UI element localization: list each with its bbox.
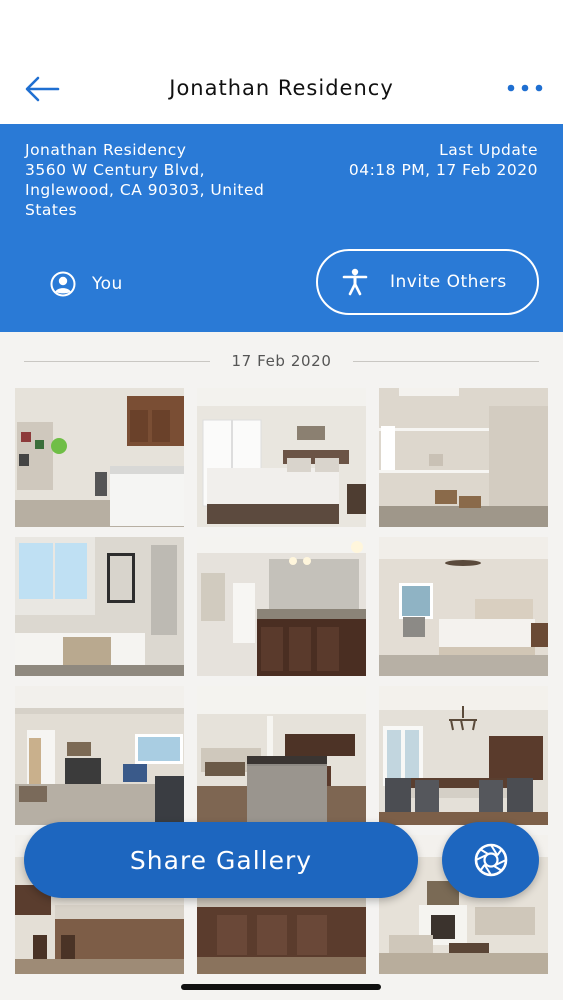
photo-laundry-room[interactable] (15, 388, 184, 527)
photo-kitchen-island[interactable] (197, 686, 366, 825)
person-accessibility-icon (342, 268, 368, 296)
top-bar: Jonathan Residency (0, 0, 563, 124)
photo-dining-room[interactable] (379, 686, 548, 825)
camera-shutter-icon (474, 843, 507, 877)
page-title: Jonathan Residency (169, 76, 394, 100)
date-divider: 17 Feb 2020 (24, 350, 539, 372)
gallery-date: 17 Feb 2020 (231, 352, 332, 370)
address-line: Jonathan Residency (25, 141, 187, 159)
user-circle-icon (50, 271, 76, 297)
photo-bathroom-vanity[interactable] (197, 537, 366, 676)
more-button[interactable] (505, 78, 545, 98)
photo-walk-in-closet[interactable] (379, 388, 548, 527)
last-update-value: 04:18 PM, 17 Feb 2020 (348, 161, 538, 179)
divider-line (353, 360, 539, 362)
you-button[interactable]: You (50, 270, 123, 298)
camera-button[interactable] (442, 822, 539, 898)
home-indicator (181, 984, 381, 990)
photo-bathroom-tub[interactable] (15, 537, 184, 676)
address-line: States (25, 201, 78, 219)
address-block: Jonathan Residency 3560 W Century Blvd, … (25, 140, 295, 220)
address-line: 3560 W Century Blvd, (25, 161, 206, 179)
residency-info-panel: Jonathan Residency 3560 W Century Blvd, … (0, 124, 563, 332)
photo-living-room[interactable] (15, 686, 184, 825)
last-update-label: Last Update (439, 141, 538, 159)
last-update-block: Last Update 04:18 PM, 17 Feb 2020 (349, 140, 538, 180)
share-gallery-label: Share Gallery (129, 845, 313, 875)
more-horizontal-icon (507, 84, 543, 92)
photo-master-bedroom[interactable] (379, 537, 548, 676)
photo-bedroom[interactable] (197, 388, 366, 527)
invite-others-label: Invite Others (390, 272, 507, 292)
invite-others-button[interactable]: Invite Others (316, 249, 539, 315)
share-gallery-button[interactable]: Share Gallery (24, 822, 418, 898)
you-label: You (92, 274, 123, 294)
address-line: Inglewood, CA 90303, United (25, 181, 265, 199)
divider-line (24, 360, 210, 362)
